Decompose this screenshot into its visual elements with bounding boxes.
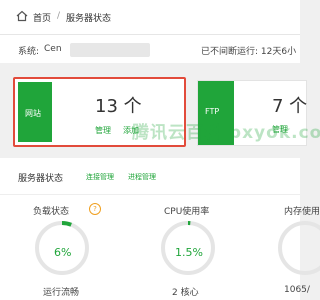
cpu-value: 1.5%	[175, 246, 203, 259]
home-icon[interactable]	[16, 10, 28, 22]
status-header: 服务器状态 连接管理 进程管理	[0, 158, 300, 195]
website-card-tag-label: 网站	[25, 109, 41, 118]
system-value-redacted	[70, 43, 150, 57]
website-card-tag: 网站	[18, 82, 52, 142]
ftp-count: 7 个	[272, 96, 308, 117]
system-info-bar: 系统: Cen 已不间断运行: 12天6小	[0, 35, 300, 63]
memory-amount-text: 1065/	[284, 285, 310, 295]
status-title: 服务器状态	[18, 174, 64, 184]
breadcrumb-separator: /	[57, 11, 61, 21]
uptime-text: 已不间断运行: 12天6小	[201, 47, 297, 57]
website-manage-link[interactable]: 管理	[95, 125, 111, 136]
load-status-label: 负载状态	[33, 207, 70, 217]
breadcrumb: 首页 / 服务器状态	[0, 0, 300, 35]
watermark: 腾讯云百科 bxyok.com	[132, 123, 320, 143]
process-manage-link[interactable]: 进程管理	[128, 172, 156, 182]
load-value: 6%	[54, 246, 72, 259]
ftp-card-tag-label: FTP	[205, 107, 220, 116]
server-status-panel: 服务器状态 连接管理 进程管理 负载状态 ? 6% 运行流畅 CPU使用率 1.…	[0, 158, 320, 300]
connection-manage-link[interactable]: 连接管理	[86, 172, 114, 182]
system-value: Cen	[44, 44, 62, 54]
system-label: 系统:	[18, 47, 40, 57]
memory-usage-label: 内存使用率	[284, 207, 320, 217]
memory-gauge	[278, 221, 320, 275]
cpu-cores-text: 2 核心	[172, 288, 199, 298]
cpu-usage-label: CPU使用率	[164, 207, 210, 217]
website-count: 13 个	[95, 96, 142, 117]
help-icon[interactable]: ?	[89, 203, 101, 215]
gauge-track	[278, 221, 320, 275]
load-status-text: 运行流畅	[43, 288, 80, 298]
breadcrumb-home[interactable]: 首页	[33, 11, 51, 24]
breadcrumb-current: 服务器状态	[66, 14, 112, 24]
